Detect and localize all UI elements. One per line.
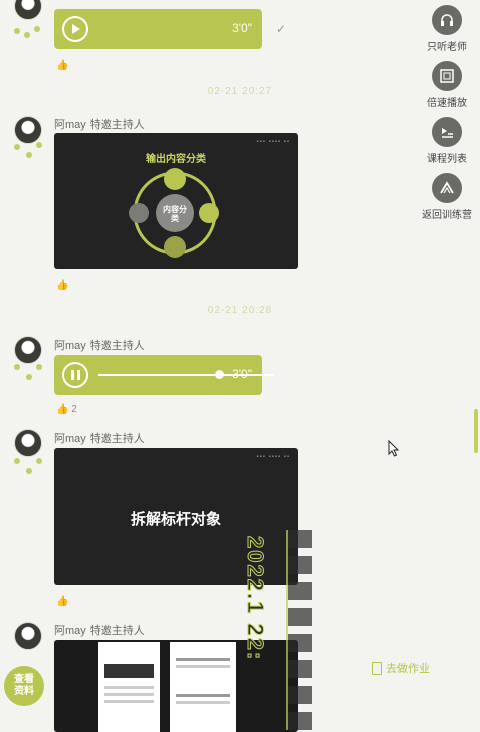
view-materials-button[interactable]: 查看 资料 <box>4 666 44 706</box>
check-icon: ✓ <box>276 22 287 36</box>
slide-brand-mark: ▪▪▪ ▪▪▪▪ ▪▪ <box>256 454 290 460</box>
sender-name: 阿may 特邀主持人 <box>54 625 145 637</box>
slide-title: 拆解标杆对象 <box>130 511 221 528</box>
sender-name <box>54 0 58 6</box>
avatar[interactable] <box>14 622 42 650</box>
image-message[interactable]: ▪▪▪ ▪▪▪▪ ▪▪ 输出内容分类 内容分类 <box>54 133 298 269</box>
timestamp: 02-21 20:27 <box>207 86 273 97</box>
audio-message[interactable]: 3'0" <box>54 9 262 49</box>
content-cycle-diagram <box>129 168 219 258</box>
audio-progress-knob[interactable] <box>215 370 224 379</box>
audio-message[interactable]: 3'0" <box>54 355 274 395</box>
speed-icon <box>432 61 462 91</box>
vertical-date-overlay: 2022.1 22: <box>243 535 269 662</box>
diagram-center-label: 内容分类 <box>163 205 187 223</box>
vertical-decoration <box>286 530 312 730</box>
headphones-icon <box>432 5 462 35</box>
like-button[interactable]: 👍 2 <box>56 404 77 415</box>
timestamp: 02-21 20:28 <box>207 305 273 316</box>
playback-speed-button[interactable]: 倍速播放 <box>417 61 477 109</box>
like-count: 2 <box>71 404 77 415</box>
return-camp-button[interactable]: 返回训练营 <box>417 173 477 221</box>
pause-icon <box>70 370 80 380</box>
play-button[interactable] <box>62 16 88 42</box>
like-button[interactable]: 👍 <box>56 280 68 291</box>
mouse-cursor-icon <box>388 440 400 457</box>
listen-teacher-only-button[interactable]: 只听老师 <box>417 5 477 53</box>
pause-button[interactable] <box>62 362 88 388</box>
avatar[interactable] <box>14 429 42 457</box>
sender-name: 阿may 特邀主持人 <box>54 119 145 131</box>
audio-duration: 3'0" <box>232 367 252 381</box>
homework-icon <box>372 661 382 675</box>
play-icon <box>72 24 80 34</box>
do-homework-button[interactable]: 去做作业 <box>372 660 430 676</box>
scrollbar-thumb[interactable] <box>474 409 478 453</box>
like-button[interactable]: 👍 <box>56 596 68 607</box>
avatar[interactable] <box>14 336 42 364</box>
course-list-button[interactable]: 课程列表 <box>417 117 477 165</box>
document-page <box>98 642 160 732</box>
sender-name: 阿may 特邀主持人 <box>54 433 145 445</box>
like-button[interactable]: 👍 <box>56 60 68 71</box>
audio-duration: 3'0" <box>232 21 252 35</box>
return-camp-icon <box>432 173 462 203</box>
course-list-icon <box>432 117 462 147</box>
avatar[interactable] <box>14 116 42 144</box>
document-page <box>170 642 236 732</box>
sender-name: 阿may 特邀主持人 <box>54 340 145 352</box>
